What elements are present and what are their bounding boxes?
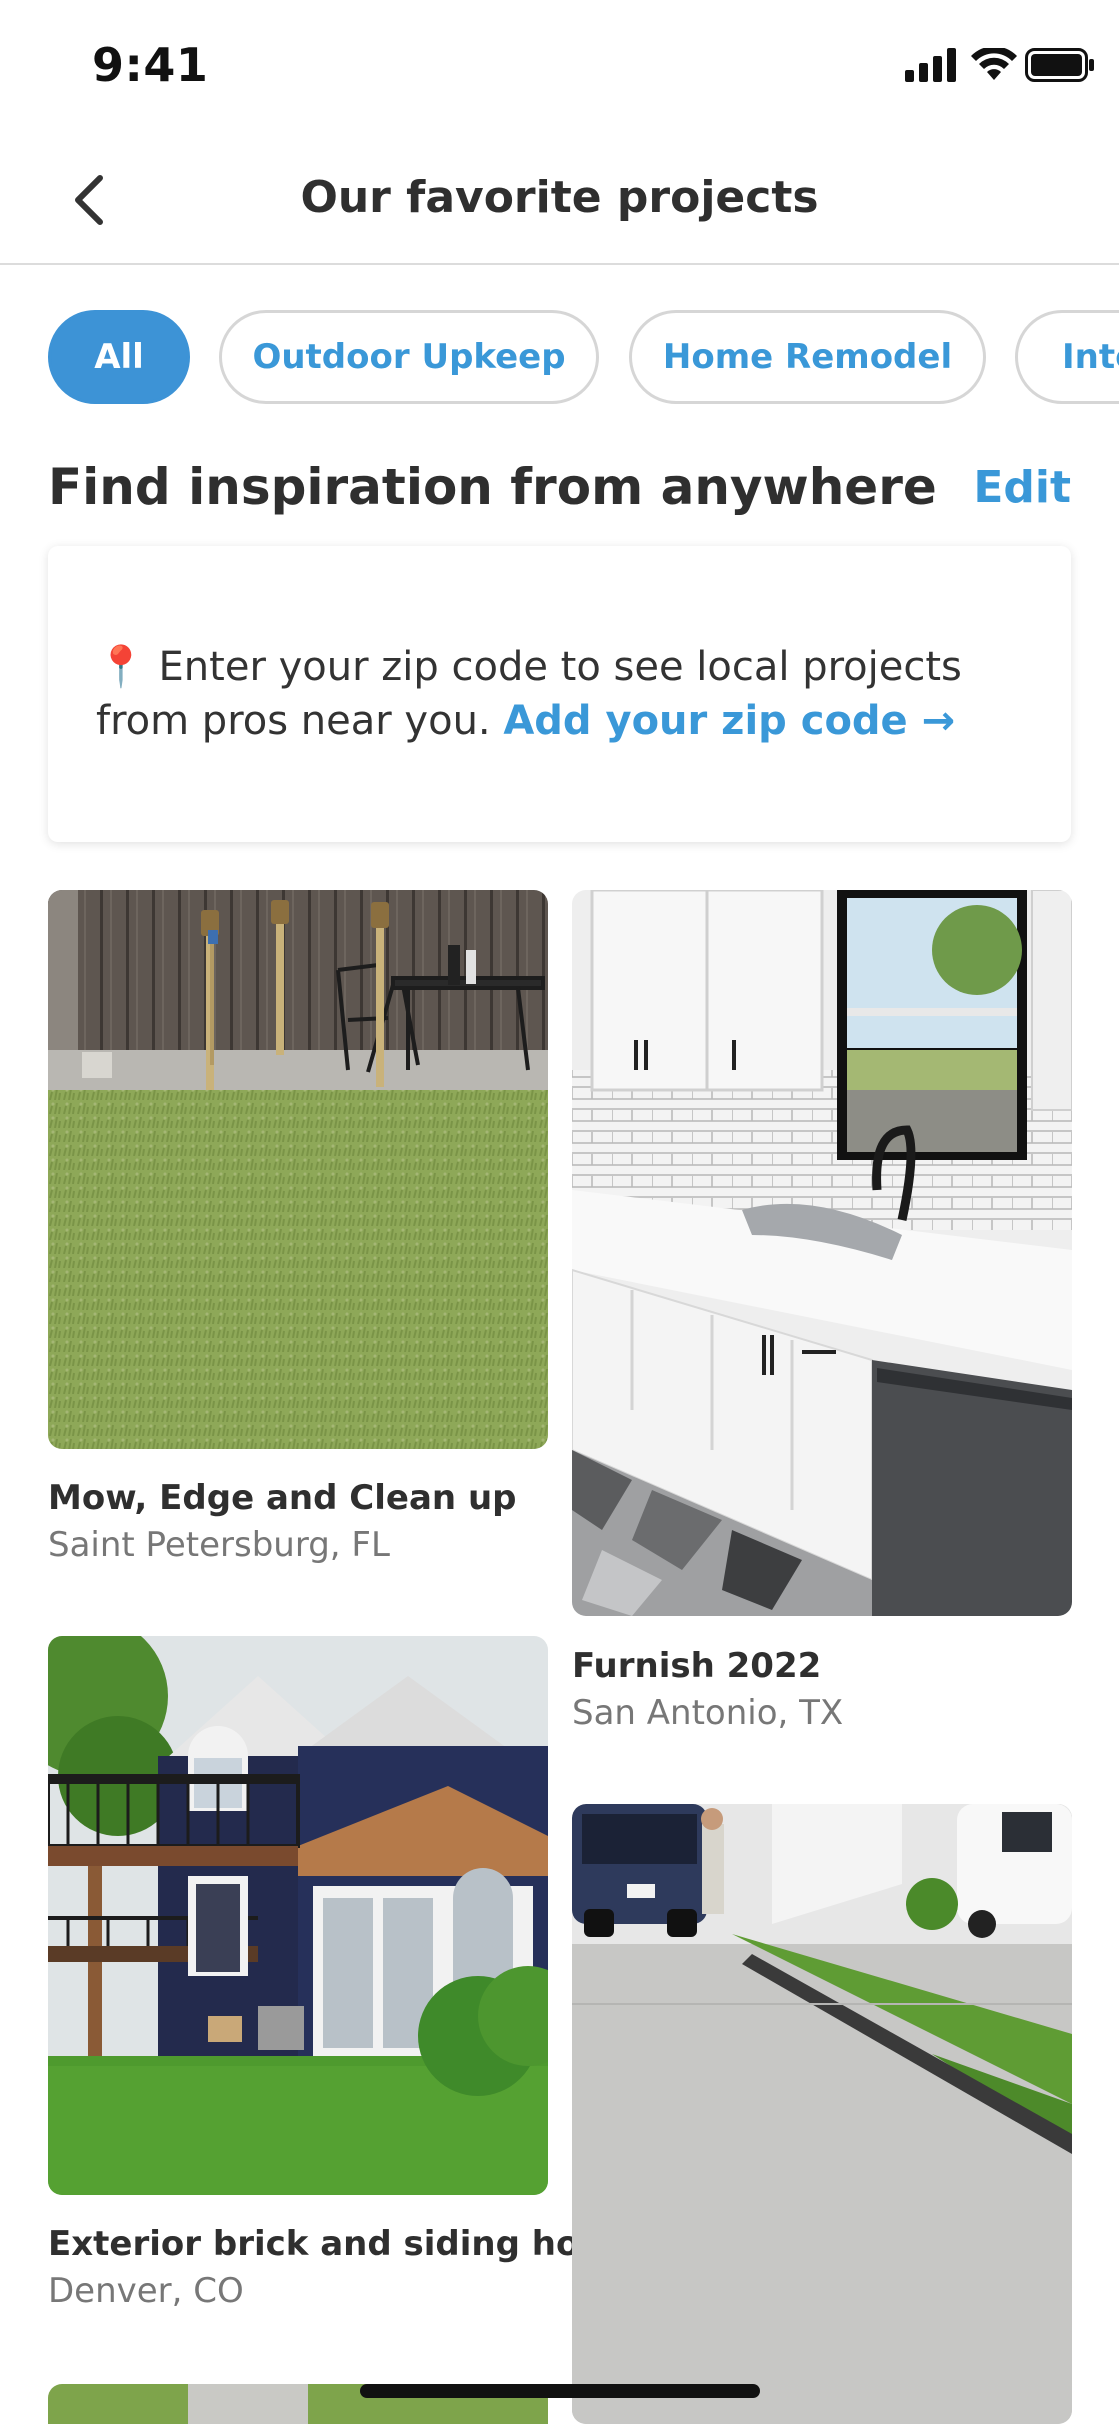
backyard-lawn-photo [48, 890, 548, 1449]
zip-code-card[interactable]: 📍 Enter your zip code to see local proje… [48, 546, 1071, 842]
project-location-2: San Antonio, TX [572, 1693, 844, 1733]
wifi-icon [971, 48, 1017, 80]
filter-chip-all[interactable]: All [48, 310, 190, 404]
navigation-bar: Our favorite projects [0, 130, 1119, 265]
cellular-signal-icon [905, 48, 956, 82]
status-bar: 9:41 [0, 0, 1119, 130]
edit-link[interactable]: Edit [973, 462, 1071, 513]
status-time: 9:41 [92, 38, 209, 92]
status-icons [875, 48, 1094, 88]
project-image-driveway[interactable] [572, 1804, 1072, 2424]
page-title: Our favorite projects [300, 172, 819, 223]
add-zip-code-link[interactable]: Add your zip code → [503, 698, 955, 744]
project-image-kitchen[interactable] [572, 890, 1072, 1616]
section-title: Find inspiration from anywhere [48, 458, 937, 516]
project-location-1: Saint Petersburg, FL [48, 1525, 390, 1565]
project-title-1[interactable]: Mow, Edge and Clean up [48, 1478, 517, 1518]
filter-chip-home-remodel[interactable]: Home Remodel [629, 310, 986, 404]
project-image-backyard[interactable] [48, 890, 548, 1449]
project-title-2[interactable]: Furnish 2022 [572, 1646, 821, 1686]
filter-chip-outdoor-upkeep[interactable]: Outdoor Upkeep [219, 310, 599, 404]
kitchen-photo [572, 890, 1072, 1616]
map-pin-icon: 📍 [96, 644, 146, 690]
project-location-3: Denver, CO [48, 2271, 244, 2311]
zip-code-message: 📍 Enter your zip code to see local proje… [96, 640, 1036, 748]
driveway-photo [572, 1804, 1072, 2424]
house-exterior-photo [48, 1636, 548, 2195]
filter-chip-interior[interactable]: Inte [1015, 310, 1119, 404]
battery-icon [1025, 48, 1094, 82]
project-image-house-exterior[interactable] [48, 1636, 548, 2195]
filter-chip-row[interactable]: All Outdoor Upkeep Home Remodel Inte [0, 310, 1119, 408]
home-indicator[interactable] [360, 2384, 760, 2398]
project-title-3[interactable]: Exterior brick and siding ho... [48, 2224, 618, 2264]
